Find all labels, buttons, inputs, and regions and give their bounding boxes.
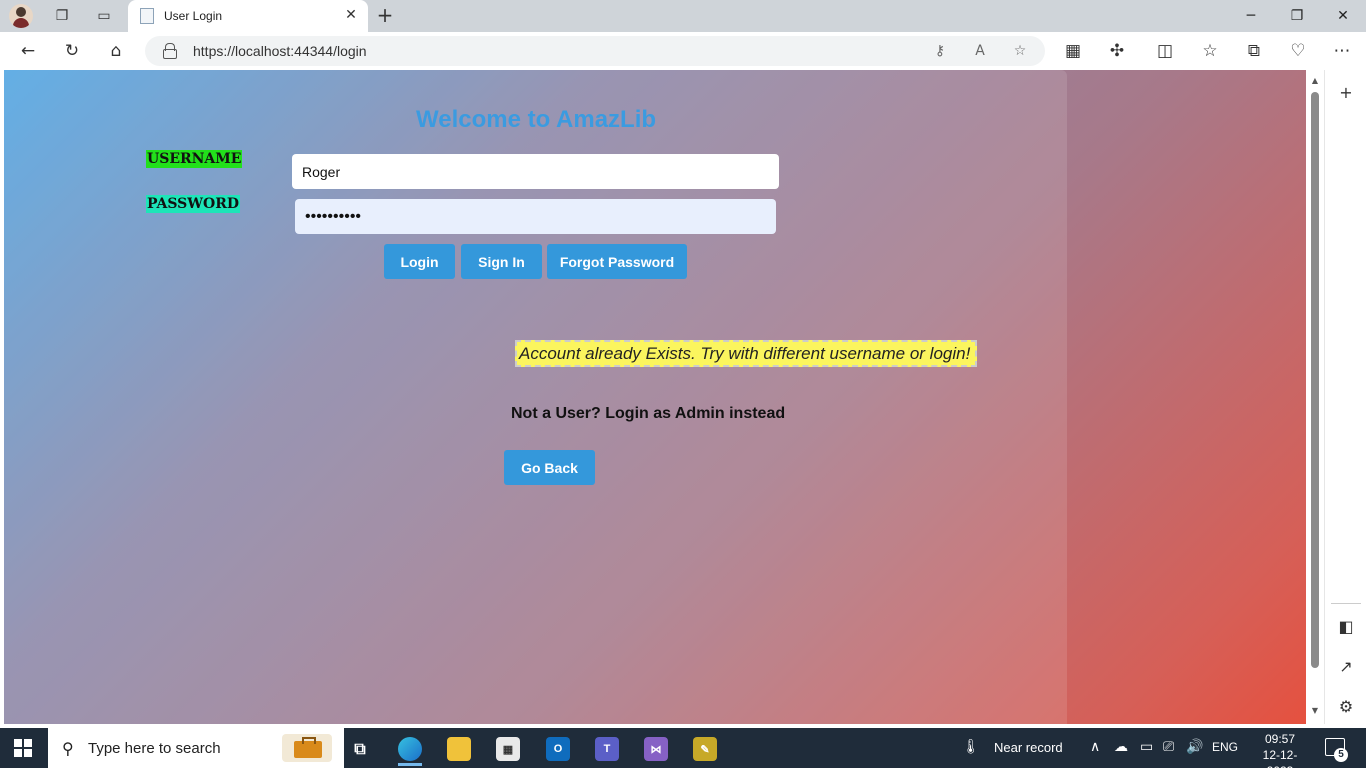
notification-count-badge: 5 [1334, 748, 1348, 762]
dev-tool-icon[interactable]: ✎ [685, 732, 725, 766]
read-aloud-icon[interactable]: A [969, 40, 991, 62]
clock-date: 12-12-2023 [1262, 748, 1298, 778]
favorites-icon[interactable]: ☆ [1196, 38, 1224, 64]
clock-time: 09:57 [1264, 732, 1296, 746]
clock[interactable]: 09:57 12-12-2023 [1250, 731, 1310, 779]
page-title: Welcome to AmazLib [416, 106, 657, 133]
page-scrollbar[interactable]: ▲ ▼ [1306, 70, 1324, 724]
scroll-up-icon[interactable]: ▲ [1310, 76, 1320, 86]
workspaces-icon[interactable]: ❐ [50, 4, 74, 28]
navigation-bar: ← ↻ ⌂ https://localhost:44344/login ⚷ A … [0, 32, 1366, 70]
sidebar-divider [1331, 603, 1361, 604]
external-link-icon[interactable]: ↗ [1334, 654, 1358, 678]
tab-user-login[interactable]: User Login ✕ [128, 0, 368, 32]
profile-avatar[interactable] [9, 4, 33, 28]
url-text[interactable]: https://localhost:44344/login [193, 43, 367, 59]
login-panel: Welcome to AmazLib USERNAME PASSWORD Rog… [4, 70, 1067, 724]
restore-icon[interactable]: ❐ [1274, 0, 1320, 32]
language-indicator[interactable]: ENG [1212, 740, 1238, 754]
new-tab-icon[interactable]: + [373, 4, 397, 28]
active-app-indicator [398, 763, 422, 766]
browser-essentials-icon[interactable]: ♡ [1284, 38, 1312, 64]
favorite-star-icon[interactable]: ☆ [1009, 40, 1031, 62]
home-icon[interactable]: ⌂ [102, 38, 130, 64]
extensions-icon[interactable]: ✣ [1103, 38, 1131, 64]
username-input[interactable]: Roger [292, 154, 779, 189]
more-options-icon[interactable]: ⋯ [1328, 38, 1356, 64]
collections-icon[interactable]: ⧉ [1240, 38, 1268, 64]
address-bar[interactable]: https://localhost:44344/login ⚷ A ☆ [145, 36, 1045, 66]
file-explorer-icon[interactable] [439, 732, 479, 766]
volume-icon[interactable]: 🔊 [1186, 739, 1203, 755]
status-message: Account already Exists. Try with differe… [515, 340, 977, 367]
task-view-icon[interactable]: ⧉ [340, 732, 380, 766]
qr-code-icon[interactable]: ▦ [1059, 38, 1087, 64]
windows-taskbar: ⚲ Type here to search ⧉ ▦ O T ⋈ ✎ 🌡 Near… [0, 728, 1366, 778]
teams-icon[interactable]: T [587, 732, 627, 766]
refresh-icon[interactable]: ↻ [58, 38, 86, 64]
visual-studio-icon[interactable]: ⋈ [636, 732, 676, 766]
username-label: USERNAME [146, 150, 243, 168]
title-bar: ❐ ▭ User Login ✕ + ─ ❐ ✕ [0, 0, 1366, 32]
lock-icon[interactable] [163, 43, 177, 59]
microsoft-store-icon[interactable]: ▦ [488, 732, 528, 766]
briefcase-icon[interactable] [282, 734, 332, 762]
key-icon[interactable]: ⚷ [929, 40, 951, 62]
edge-browser-icon[interactable] [390, 732, 430, 766]
minimize-icon[interactable]: ─ [1228, 0, 1274, 32]
add-sidebar-app-icon[interactable]: + [1334, 80, 1358, 104]
scroll-down-icon[interactable]: ▼ [1310, 706, 1320, 716]
back-icon[interactable]: ← [14, 38, 42, 64]
password-label: PASSWORD [146, 195, 240, 213]
page-background: Welcome to AmazLib USERNAME PASSWORD Rog… [4, 70, 1306, 724]
go-back-button[interactable]: Go Back [504, 450, 595, 485]
onedrive-icon[interactable]: ☁ [1114, 739, 1128, 755]
scrollbar-thumb[interactable] [1311, 92, 1319, 668]
split-screen-icon[interactable]: ◫ [1151, 38, 1179, 64]
windows-start-icon[interactable] [14, 739, 32, 757]
taskbar-search-box[interactable]: ⚲ Type here to search [48, 728, 344, 768]
browser-sidebar: + ◧ ↗ ⚙ [1324, 70, 1366, 724]
sign-in-button[interactable]: Sign In [461, 244, 542, 279]
tab-title: User Login [164, 9, 223, 23]
close-icon[interactable]: ✕ [1320, 0, 1366, 32]
battery-icon[interactable]: ▭ [1140, 739, 1153, 755]
weather-text[interactable]: Near record [994, 740, 1063, 755]
search-placeholder: Type here to search [88, 740, 221, 757]
chevron-up-icon[interactable]: ∧ [1090, 739, 1100, 755]
tab-close-icon[interactable]: ✕ [342, 6, 360, 24]
page-favicon-icon [140, 8, 154, 24]
search-icon: ⚲ [62, 739, 74, 758]
settings-gear-icon[interactable]: ⚙ [1334, 694, 1358, 718]
tab-actions-icon[interactable]: ▭ [92, 4, 116, 28]
password-input[interactable]: •••••••••• [295, 199, 776, 234]
forgot-password-button[interactable]: Forgot Password [547, 244, 687, 279]
outlook-icon[interactable]: O [538, 732, 578, 766]
admin-login-link[interactable]: Not a User? Login as Admin instead [511, 405, 785, 423]
hide-sidebar-icon[interactable]: ◧ [1334, 614, 1358, 638]
login-button[interactable]: Login [384, 244, 455, 279]
thermometer-icon[interactable]: 🌡 [962, 739, 980, 755]
network-icon[interactable]: ⎚ [1163, 739, 1174, 755]
